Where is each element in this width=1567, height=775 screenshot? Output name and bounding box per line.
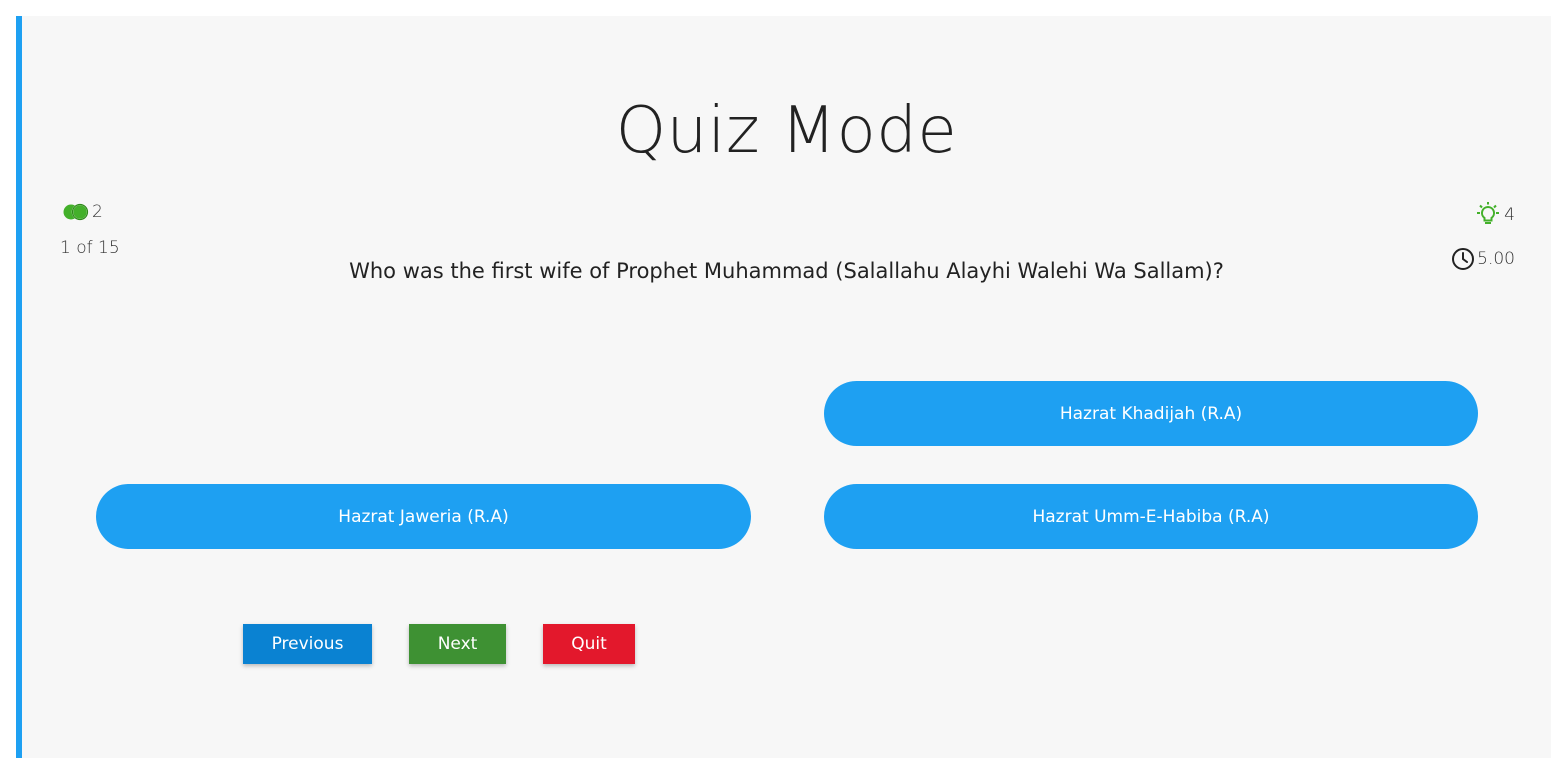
hint-count: 4 bbox=[1504, 205, 1515, 225]
quit-button[interactable]: Quit bbox=[543, 624, 635, 664]
lifeline-count: 2 bbox=[92, 202, 103, 222]
previous-button[interactable]: Previous bbox=[243, 624, 372, 664]
answer-option-khadijah[interactable]: Hazrat Khadijah (R.A) bbox=[824, 381, 1478, 446]
question-text: Who was the first wife of Prophet Muhamm… bbox=[349, 259, 1224, 283]
next-button[interactable]: Next bbox=[409, 624, 506, 664]
two-circles-icon bbox=[62, 202, 90, 222]
quiz-card: Quiz Mode 2 1 of 15 4 5.00 Who was the f… bbox=[16, 16, 1551, 758]
question-progress: 1 of 15 bbox=[60, 238, 120, 258]
answer-option-umm-e-habiba[interactable]: Hazrat Umm-E-Habiba (R.A) bbox=[824, 484, 1478, 549]
lightbulb-icon bbox=[1474, 202, 1502, 228]
answer-option-jaweria[interactable]: Hazrat Jaweria (R.A) bbox=[96, 484, 751, 549]
page-title: Quiz Mode bbox=[615, 94, 958, 168]
lifeline-counter[interactable]: 2 bbox=[62, 202, 103, 222]
hint-counter[interactable]: 4 bbox=[1474, 202, 1515, 228]
